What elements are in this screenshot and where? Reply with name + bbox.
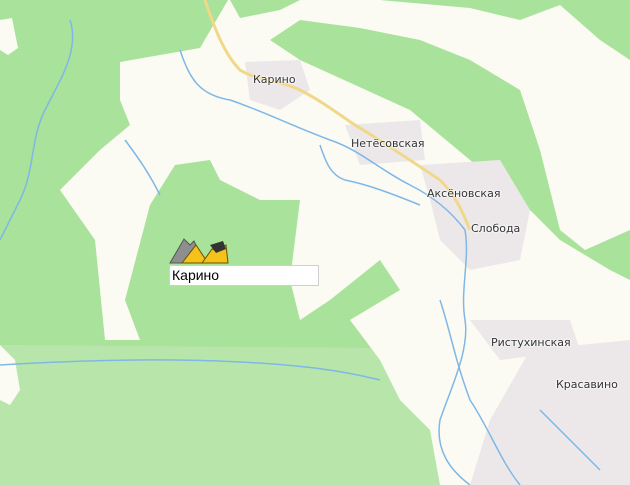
place-label-sloboda: Слобода <box>471 222 521 235</box>
place-label-krasavino: Красавино <box>556 378 618 391</box>
quarry-icon[interactable] <box>168 235 230 265</box>
place-label-aksenovskaya: Аксёновская <box>427 187 501 200</box>
map-canvas[interactable] <box>0 0 630 485</box>
place-label-netesovskaya: Нетёсовская <box>351 137 425 150</box>
place-label-ristukhinskaya: Ристухинская <box>491 336 571 349</box>
quarry-marker-label[interactable]: Карино <box>169 265 319 286</box>
place-label-karino: Карино <box>253 73 296 86</box>
